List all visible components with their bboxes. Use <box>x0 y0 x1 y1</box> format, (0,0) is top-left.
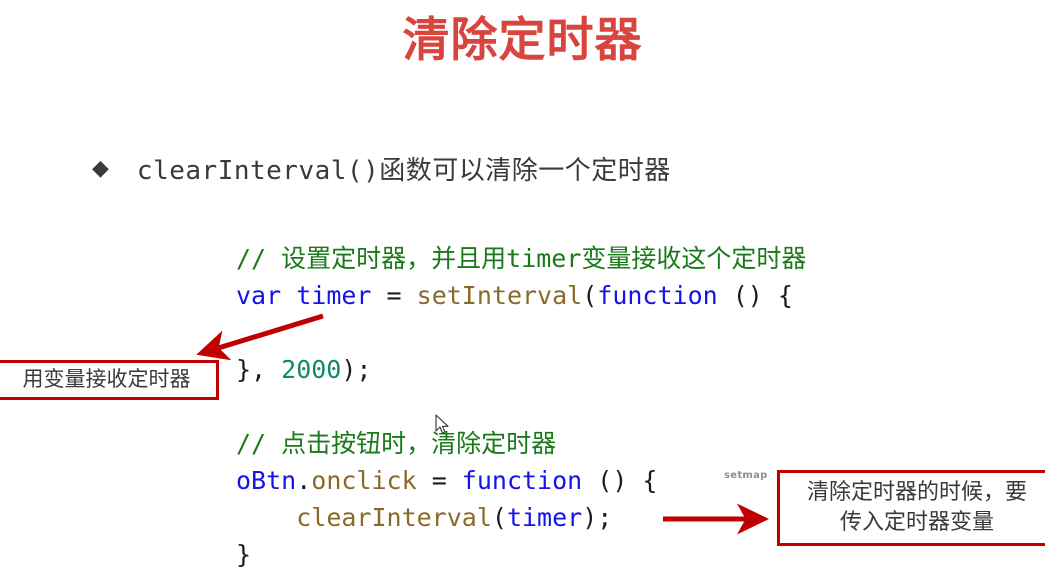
code-block: // 设置定时器，并且用timer变量接收这个定时器 var timer = se… <box>236 240 806 573</box>
code-token-func: setInterval <box>416 281 583 310</box>
code-token-plain: ); <box>341 355 372 384</box>
code-token-var: timer <box>296 281 372 310</box>
code-token-comment: // 点击按钮时，清除定时器 <box>236 429 557 458</box>
code-line: // 设置定时器，并且用timer变量接收这个定时器 <box>236 240 806 277</box>
code-token-prop: onclick <box>311 466 417 495</box>
annotation-box-right: 清除定时器的时候，要 传入定时器变量 <box>777 470 1045 546</box>
annotation-left-text: 用变量接收定时器 <box>22 367 191 392</box>
code-token-plain: ( <box>582 281 598 310</box>
code-token-var: oBtn <box>236 466 297 495</box>
code-line: }, 2000); <box>236 351 806 388</box>
diamond-bullet-icon: ◆ <box>92 155 109 181</box>
code-token-plain: () { <box>717 281 793 310</box>
code-line: oBtn.onclick = function () { <box>236 462 806 499</box>
bullet-text: clearInterval()函数可以清除一个定时器 <box>136 156 671 186</box>
annotation-right-text: 清除定时器的时候，要 传入定时器变量 <box>790 478 1044 537</box>
code-token-plain: }, <box>236 355 282 384</box>
code-token-plain: ); <box>582 503 613 532</box>
code-token-comment: // 设置定时器，并且用timer变量接收这个定时器 <box>236 244 807 273</box>
annotation-box-left: 用变量接收定时器 <box>0 360 219 400</box>
slide-canvas: 清除定时器 ◆ clearInterval()函数可以清除一个定时器 // 设置… <box>0 0 1045 576</box>
annotation-right-line2: 传入定时器变量 <box>839 510 994 535</box>
annotation-right-line1: 清除定时器的时候，要 <box>806 480 1027 506</box>
bullet-row: ◆ clearInterval()函数可以清除一个定时器 <box>92 150 671 187</box>
code-line: clearInterval(timer); <box>236 499 806 536</box>
code-token-num: 2000 <box>281 355 342 384</box>
code-token-keyword: function <box>461 466 583 495</box>
code-line: var timer = setInterval(function () { <box>236 277 806 314</box>
mouse-pointer-icon <box>435 414 449 434</box>
code-token-plain: () { <box>582 466 658 495</box>
page-title: 清除定时器 <box>402 13 643 68</box>
setmap-watermark: setmap <box>724 470 768 481</box>
code-token-keyword: function <box>597 281 718 310</box>
code-token-func: clearInterval <box>296 503 492 532</box>
code-token-var: timer <box>506 503 583 532</box>
code-token-plain: ( <box>491 503 507 532</box>
code-token-plain: } <box>236 540 252 569</box>
code-line: // 点击按钮时，清除定时器 <box>236 425 806 462</box>
code-token-plain: = <box>416 466 462 495</box>
code-line: } <box>236 536 806 573</box>
code-token-plain: . <box>296 466 312 495</box>
code-token-keyword: var <box>236 281 282 310</box>
code-token-plain: = <box>371 281 417 310</box>
